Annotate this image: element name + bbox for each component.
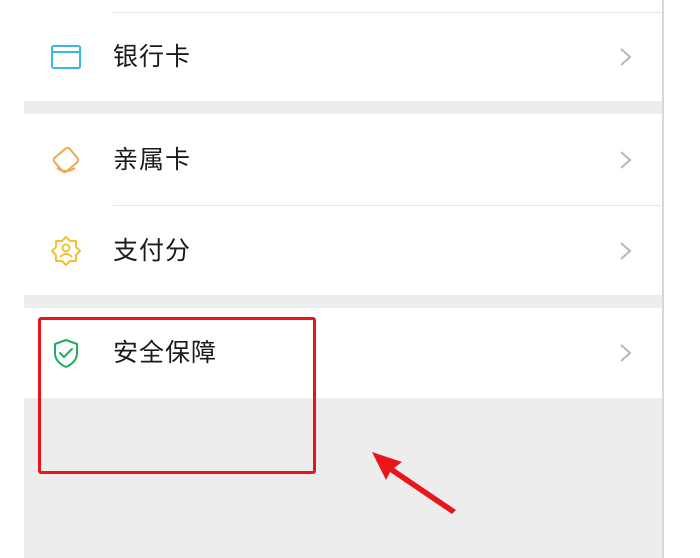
chevron-right-icon [618,150,634,170]
menu-group-2: 亲属卡 支付分 [24,114,662,295]
menu-item-label: 银行卡 [113,42,192,71]
menu-item-payscore[interactable]: 支付分 [24,205,662,297]
payscore-icon [50,235,82,267]
window-edge [662,0,664,558]
chevron-right-icon [618,47,634,67]
menu-item-label: 支付分 [113,236,192,265]
menu-item-label: 亲属卡 [113,145,192,174]
chevron-right-icon [618,343,634,363]
highlight-box [38,317,316,474]
menu-item-bank-card[interactable]: 银行卡 [24,11,662,103]
pointer-arrow-icon [372,452,456,514]
bank-card-icon [50,41,82,73]
menu-group-1: 银行卡 [24,0,662,101]
menu-item-family-card[interactable]: 亲属卡 [24,114,662,206]
settings-panel: 银行卡 亲属卡 支付分 安全保障 [24,0,662,558]
family-card-icon [50,144,82,176]
chevron-right-icon [618,241,634,261]
